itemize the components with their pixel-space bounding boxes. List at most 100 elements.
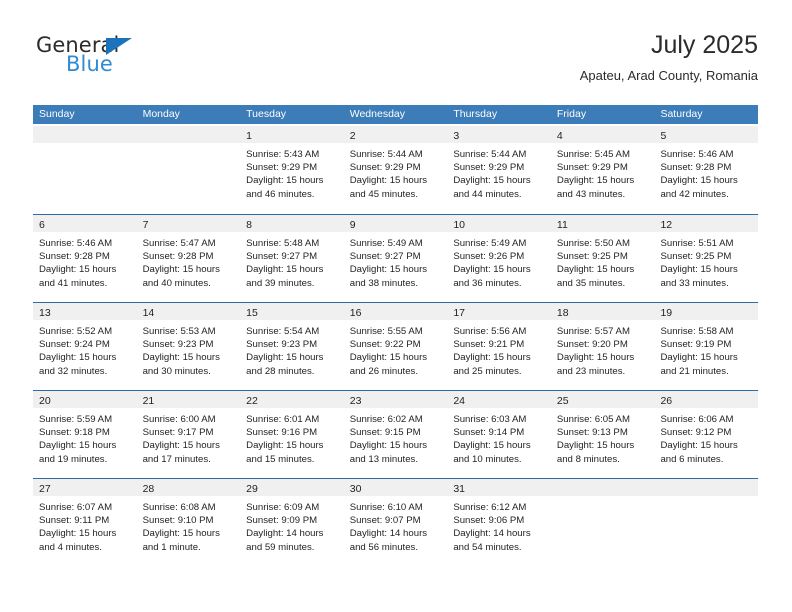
- daylight-text: Daylight: 15 hours: [660, 264, 738, 276]
- day-number: 22: [246, 395, 258, 407]
- day-details: Sunrise: 5:57 AM Sunset: 9:20 PM Daylight:…: [551, 320, 655, 378]
- day-number: 29: [246, 483, 258, 495]
- sunset-text: Sunset: 9:27 PM: [349, 251, 421, 263]
- sunset-text: Sunset: 9:10 PM: [142, 515, 214, 527]
- daylight-text-cont: and 43 minutes.: [556, 188, 626, 200]
- day-number: 10: [453, 219, 465, 231]
- sunset-text: Sunset: 9:13 PM: [556, 427, 628, 439]
- sunset-text: Sunset: 9:12 PM: [660, 427, 732, 439]
- day-number-band: 16: [343, 303, 448, 320]
- day-cell-empty: [550, 479, 655, 566]
- day-cell[interactable]: 6 Sunrise: 5:46 AM Sunset: 9:28 PM Daylight…: [33, 215, 137, 302]
- sunrise-text: Sunrise: 6:08 AM: [142, 502, 216, 513]
- daylight-text-cont: and 25 minutes.: [453, 365, 522, 377]
- day-number: 2: [349, 130, 356, 142]
- sunrise-text: Sunrise: 5:44 AM: [349, 149, 423, 160]
- sunrise-text: Sunrise: 5:59 AM: [39, 414, 113, 425]
- day-cell[interactable]: 31 Sunrise: 6:12 AM Sunset: 9:06 PM Dayligh…: [447, 479, 551, 566]
- day-cell[interactable]: 20 Sunrise: 5:59 AM Sunset: 9:18 PM Dayligh…: [33, 391, 137, 478]
- day-number: 20: [39, 395, 51, 407]
- day-cell[interactable]: 2 Sunrise: 5:44 AM Sunset: 9:29 PM Daylight…: [343, 126, 448, 214]
- day-number-band: 7: [136, 215, 241, 232]
- sunrise-text: Sunrise: 6:07 AM: [39, 502, 113, 513]
- sunrise-text: Sunrise: 5:49 AM: [453, 238, 527, 249]
- day-details: Sunrise: 6:10 AM Sunset: 9:07 PM Daylight:…: [344, 496, 448, 554]
- day-cell[interactable]: 5 Sunrise: 5:46 AM Sunset: 9:28 PM Daylight…: [654, 126, 759, 214]
- day-cell[interactable]: 26 Sunrise: 6:06 AM Sunset: 9:12 PM Dayligh…: [654, 391, 759, 478]
- day-cell[interactable]: 10 Sunrise: 5:49 AM Sunset: 9:26 PM Dayligh…: [447, 215, 551, 302]
- day-details: Sunrise: 6:09 AM Sunset: 9:09 PM Daylight:…: [240, 496, 344, 554]
- daylight-text-cont: and 23 minutes.: [556, 365, 626, 377]
- day-cell[interactable]: 9 Sunrise: 5:49 AM Sunset: 9:27 PM Daylight…: [343, 215, 448, 302]
- daylight-text-cont: and 39 minutes.: [246, 277, 315, 289]
- day-details: Sunrise: 5:46 AM Sunset: 9:28 PM Daylight:…: [33, 232, 137, 290]
- day-cell[interactable]: 13 Sunrise: 5:52 AM Sunset: 9:24 PM Dayligh…: [33, 303, 137, 390]
- day-cell[interactable]: 3 Sunrise: 5:44 AM Sunset: 9:29 PM Daylight…: [447, 126, 551, 214]
- day-cell[interactable]: 4 Sunrise: 5:45 AM Sunset: 9:29 PM Daylight…: [550, 126, 655, 214]
- day-cell[interactable]: 1 Sunrise: 5:43 AM Sunset: 9:29 PM Daylight…: [240, 126, 344, 214]
- day-details: Sunrise: 6:03 AM Sunset: 9:14 PM Daylight:…: [447, 408, 551, 466]
- sunrise-text: Sunrise: 5:43 AM: [246, 149, 320, 160]
- sunset-text: Sunset: 9:22 PM: [349, 339, 421, 351]
- daylight-text: Daylight: 15 hours: [453, 352, 531, 364]
- sunset-text: Sunset: 9:20 PM: [556, 339, 628, 351]
- daylight-text: Daylight: 15 hours: [142, 528, 220, 540]
- day-number-band: [136, 126, 241, 143]
- daylight-text-cont: and 36 minutes.: [453, 277, 522, 289]
- day-number-band: [550, 479, 655, 496]
- sunrise-text: Sunrise: 5:50 AM: [556, 238, 630, 249]
- day-number-band: 27: [33, 479, 137, 496]
- day-cell[interactable]: 15 Sunrise: 5:54 AM Sunset: 9:23 PM Dayligh…: [240, 303, 344, 390]
- day-cell[interactable]: 19 Sunrise: 5:58 AM Sunset: 9:19 PM Dayligh…: [654, 303, 759, 390]
- day-cell[interactable]: 21 Sunrise: 6:00 AM Sunset: 9:17 PM Dayligh…: [136, 391, 241, 478]
- day-number-band: 29: [240, 479, 344, 496]
- day-cell[interactable]: 25 Sunrise: 6:05 AM Sunset: 9:13 PM Dayligh…: [550, 391, 655, 478]
- sunset-text: Sunset: 9:23 PM: [142, 339, 214, 351]
- day-cell[interactable]: 14 Sunrise: 5:53 AM Sunset: 9:23 PM Dayligh…: [136, 303, 241, 390]
- daylight-text: Daylight: 15 hours: [349, 264, 428, 276]
- day-cell[interactable]: 29 Sunrise: 6:09 AM Sunset: 9:09 PM Dayligh…: [240, 479, 344, 566]
- sunrise-text: Sunrise: 5:45 AM: [556, 149, 630, 160]
- sunset-text: Sunset: 9:15 PM: [349, 427, 421, 439]
- day-details: [551, 496, 655, 501]
- day-cell[interactable]: 23 Sunrise: 6:02 AM Sunset: 9:15 PM Dayligh…: [343, 391, 448, 478]
- day-cell[interactable]: 11 Sunrise: 5:50 AM Sunset: 9:25 PM Dayligh…: [550, 215, 655, 302]
- general-blue-logo[interactable]: General Blue: [36, 35, 206, 87]
- daylight-text-cont: and 26 minutes.: [349, 365, 419, 377]
- day-cell[interactable]: 18 Sunrise: 5:57 AM Sunset: 9:20 PM Dayligh…: [550, 303, 655, 390]
- day-details: Sunrise: 6:00 AM Sunset: 9:17 PM Daylight:…: [137, 408, 241, 466]
- calendar-week-row: 27 Sunrise: 6:07 AM Sunset: 9:11 PM Dayligh…: [33, 478, 759, 566]
- day-cell[interactable]: 24 Sunrise: 6:03 AM Sunset: 9:14 PM Dayligh…: [447, 391, 551, 478]
- day-cell[interactable]: 27 Sunrise: 6:07 AM Sunset: 9:11 PM Dayligh…: [33, 479, 137, 566]
- day-number: 24: [453, 395, 465, 407]
- day-number: 30: [349, 483, 362, 495]
- sunset-text: Sunset: 9:17 PM: [142, 427, 214, 439]
- sunrise-text: Sunrise: 5:52 AM: [39, 326, 113, 337]
- day-cell[interactable]: 22 Sunrise: 6:01 AM Sunset: 9:16 PM Dayligh…: [240, 391, 344, 478]
- day-details: Sunrise: 6:01 AM Sunset: 9:16 PM Daylight:…: [240, 408, 344, 466]
- day-cell[interactable]: 16 Sunrise: 5:55 AM Sunset: 9:22 PM Dayligh…: [343, 303, 448, 390]
- daylight-text: Daylight: 15 hours: [39, 264, 117, 276]
- day-cell[interactable]: 12 Sunrise: 5:51 AM Sunset: 9:25 PM Dayligh…: [654, 215, 759, 302]
- day-cell[interactable]: 28 Sunrise: 6:08 AM Sunset: 9:10 PM Dayligh…: [136, 479, 241, 566]
- sunrise-text: Sunrise: 6:00 AM: [142, 414, 216, 425]
- page-subtitle: Apateu, Arad County, Romania: [579, 68, 758, 83]
- day-cell[interactable]: 30 Sunrise: 6:10 AM Sunset: 9:07 PM Dayligh…: [343, 479, 448, 566]
- day-number-band: 8: [240, 215, 344, 232]
- day-number-band: 28: [136, 479, 241, 496]
- day-number-band: 17: [447, 303, 551, 320]
- daylight-text: Daylight: 15 hours: [246, 175, 324, 187]
- daylight-text: Daylight: 15 hours: [142, 264, 220, 276]
- daylight-text-cont: and 33 minutes.: [660, 277, 729, 289]
- sunrise-text: Sunrise: 6:01 AM: [246, 414, 320, 425]
- day-cell[interactable]: 7 Sunrise: 5:47 AM Sunset: 9:28 PM Daylight…: [136, 215, 241, 302]
- daylight-text-cont: and 59 minutes.: [246, 541, 315, 553]
- sunset-text: Sunset: 9:14 PM: [453, 427, 525, 439]
- day-cell[interactable]: 17 Sunrise: 5:56 AM Sunset: 9:21 PM Dayligh…: [447, 303, 551, 390]
- sunset-text: Sunset: 9:29 PM: [556, 162, 628, 174]
- day-cell[interactable]: 8 Sunrise: 5:48 AM Sunset: 9:27 PM Daylight…: [240, 215, 344, 302]
- sunset-text: Sunset: 9:16 PM: [246, 427, 318, 439]
- day-details: Sunrise: 5:48 AM Sunset: 9:27 PM Daylight:…: [240, 232, 344, 290]
- day-number: 1: [246, 130, 252, 142]
- calendar-week-row: 20 Sunrise: 5:59 AM Sunset: 9:18 PM Dayligh…: [33, 390, 759, 478]
